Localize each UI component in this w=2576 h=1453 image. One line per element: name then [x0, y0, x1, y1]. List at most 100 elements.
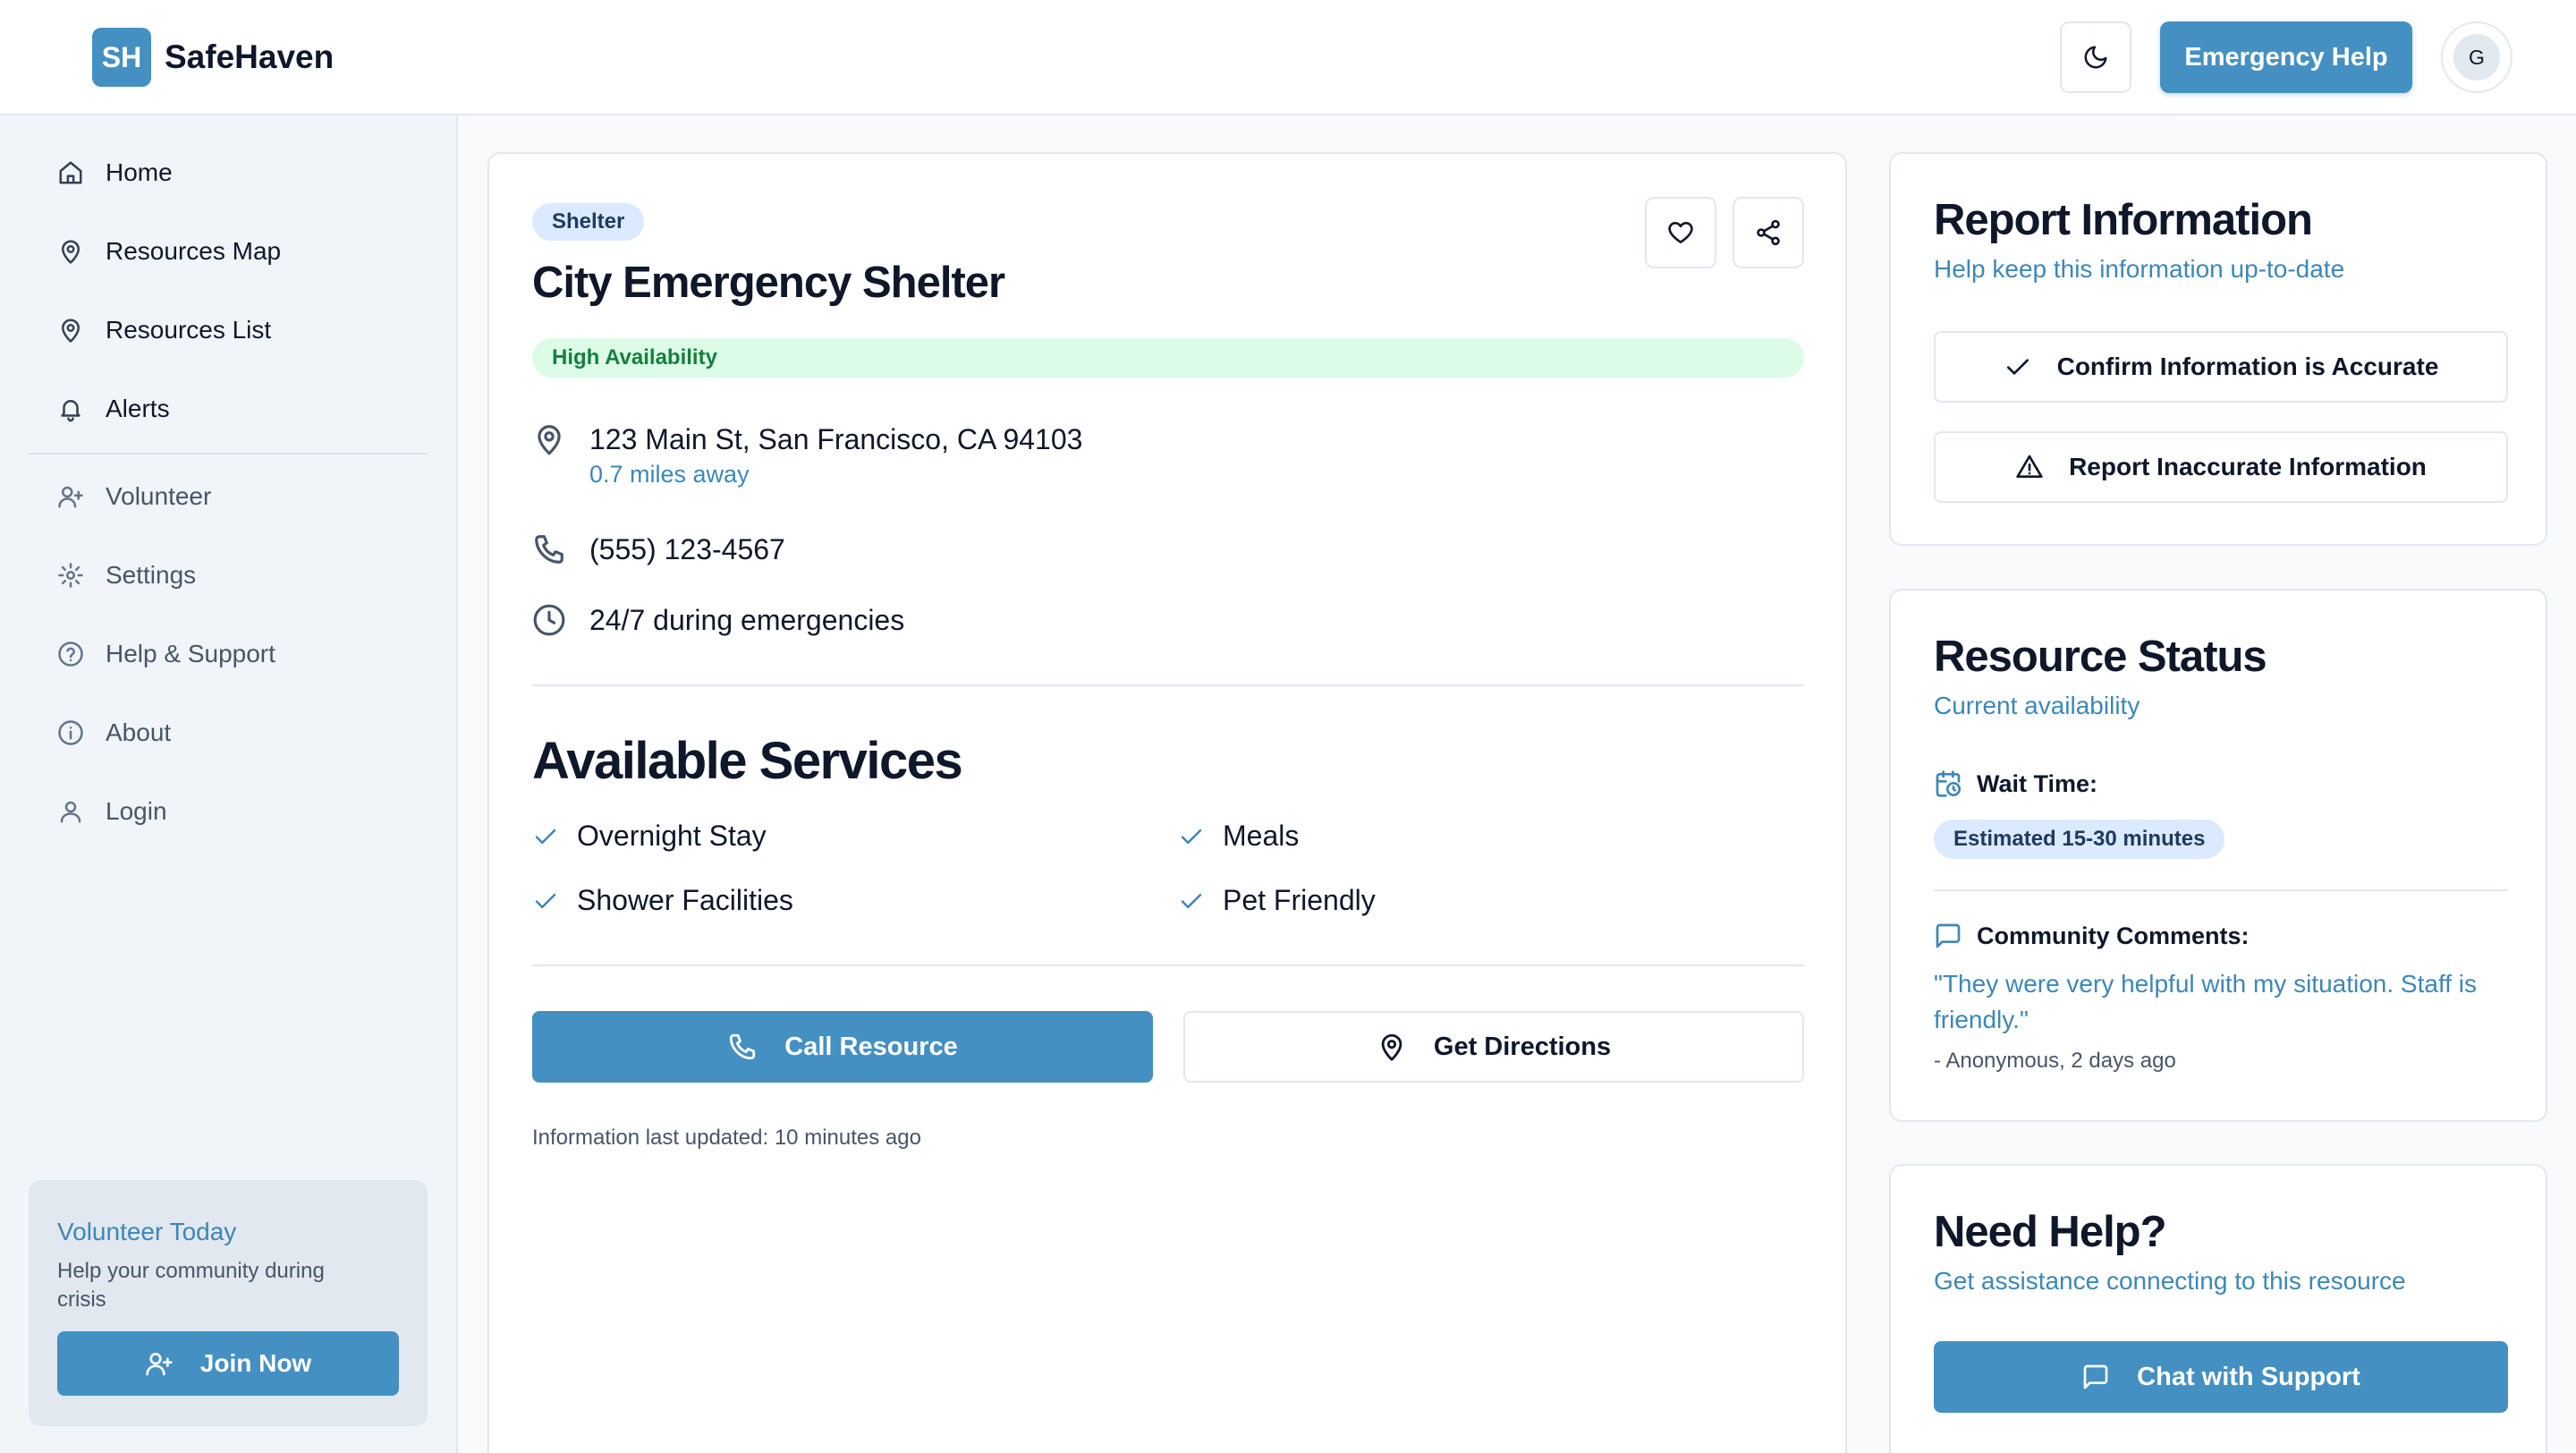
confirm-accurate-button[interactable]: Confirm Information is Accurate	[1934, 331, 2508, 403]
status-title: Resource Status	[1934, 633, 2267, 681]
sidebar-item-label: Alerts	[106, 395, 170, 422]
join-now-label: Join Now	[199, 1349, 312, 1377]
divider	[1934, 889, 2508, 891]
resource-status-card: Resource Status Current availability Wai…	[1889, 589, 2547, 1122]
sidebar-item-settings[interactable]: Settings	[29, 543, 428, 608]
chat-with-support-button[interactable]: Chat with Support	[1934, 1341, 2508, 1413]
call-resource-label: Call Resource	[784, 1032, 958, 1061]
help-circle-icon	[58, 642, 83, 667]
sidebar-item-label: About	[106, 718, 172, 746]
sidebar-item-help-support[interactable]: Help & Support	[29, 622, 428, 686]
sidebar-item-resources-list[interactable]: Resources List	[29, 298, 428, 362]
sidebar-item-label: Help & Support	[106, 640, 275, 667]
app-name[interactable]: SafeHaven	[165, 34, 334, 81]
report-subtitle: Help keep this information up-to-date	[1934, 255, 2345, 283]
check-icon	[1181, 893, 1202, 908]
confirm-accurate-label: Confirm Information is Accurate	[2056, 353, 2439, 380]
sidebar-item-alerts[interactable]: Alerts	[29, 377, 428, 441]
map-pin-icon	[62, 240, 80, 264]
wait-time-label: Wait Time:	[1934, 769, 2097, 798]
distance-text: 0.7 miles away	[589, 461, 750, 488]
top-header: SH SafeHaven Emergency Help G	[0, 0, 2576, 115]
check-icon	[2006, 359, 2029, 375]
sidebar-item-label: Volunteer	[106, 482, 212, 510]
last-updated-text: Information last updated: 10 minutes ago	[532, 1126, 921, 1150]
share-button[interactable]	[1733, 197, 1804, 268]
help-subtitle: Get assistance connecting to this resour…	[1934, 1267, 2406, 1295]
sidebar-item-label: Resources Map	[106, 237, 282, 265]
check-icon	[535, 828, 556, 844]
volunteer-description: Help your community during crisis	[57, 1259, 325, 1312]
moon-icon	[2084, 46, 2107, 69]
share-icon	[1757, 219, 1780, 246]
comment-author: - Anonymous, 2 days ago	[1934, 1049, 2176, 1073]
sidebar-item-label: Resources List	[106, 316, 272, 344]
phone-row[interactable]: (555) 123-4567	[532, 532, 785, 566]
wait-time-text: Wait Time:	[1977, 769, 2098, 797]
community-comments-text: Community Comments:	[1977, 922, 2250, 949]
theme-toggle-button[interactable]	[2060, 21, 2131, 93]
home-icon	[59, 161, 82, 184]
emergency-help-button[interactable]: Emergency Help	[2160, 21, 2412, 93]
service-label: Meals	[1223, 820, 1300, 852]
report-title: Report Information	[1934, 196, 2313, 244]
logo-icon[interactable]: SH	[92, 28, 151, 87]
services-heading: Available Services	[532, 732, 963, 790]
heart-icon	[1668, 222, 1693, 243]
info-icon	[58, 720, 83, 745]
message-square-icon	[2083, 1364, 2108, 1389]
user-avatar-button[interactable]: G	[2441, 21, 2512, 93]
join-now-button[interactable]: Join Now	[57, 1331, 399, 1396]
hours-row: 24/7 during emergencies	[532, 603, 904, 637]
sidebar-item-home[interactable]: Home	[29, 140, 428, 205]
service-label: Overnight Stay	[577, 820, 767, 852]
resource-title: City Emergency Shelter	[532, 259, 1005, 307]
address-text: 123 Main St, San Francisco, CA 94103	[589, 423, 1083, 455]
message-square-icon	[1936, 923, 1961, 948]
phone-icon	[535, 535, 564, 564]
map-pin-icon	[538, 425, 561, 455]
warning-triangle-icon	[2016, 455, 2043, 478]
community-comments-label: Community Comments:	[1934, 922, 2250, 950]
service-item: Shower Facilities	[532, 884, 793, 917]
favorite-button[interactable]	[1645, 197, 1716, 268]
get-directions-button[interactable]: Get Directions	[1183, 1011, 1804, 1083]
check-icon	[535, 893, 556, 908]
chat-with-support-label: Chat with Support	[2137, 1362, 2360, 1391]
call-resource-button[interactable]: Call Resource	[532, 1011, 1153, 1083]
report-information-card: Report Information Help keep this inform…	[1889, 152, 2547, 546]
sidebar-item-label: Settings	[106, 561, 197, 589]
service-item: Meals	[1178, 820, 1299, 853]
service-label: Pet Friendly	[1223, 884, 1376, 916]
community-comment: "They were very helpful with my situatio…	[1934, 970, 2478, 1033]
gear-icon	[58, 563, 83, 588]
sidebar-item-volunteer[interactable]: Volunteer	[29, 464, 428, 529]
avatar-initial: G	[2453, 34, 2500, 81]
report-inaccurate-label: Report Inaccurate Information	[2069, 453, 2427, 480]
sidebar-item-resources-map[interactable]: Resources Map	[29, 219, 428, 284]
need-help-card: Need Help? Get assistance connecting to …	[1889, 1164, 2547, 1453]
clock-icon	[533, 604, 565, 636]
check-icon	[1181, 828, 1202, 844]
sidebar-divider	[29, 453, 428, 455]
hours-text: 24/7 during emergencies	[589, 604, 905, 636]
sidebar-item-about[interactable]: About	[29, 701, 428, 765]
wait-time-badge: Estimated 15-30 minutes	[1934, 820, 2225, 859]
phone-text[interactable]: (555) 123-4567	[589, 532, 785, 566]
sidebar-item-label: Home	[106, 158, 173, 186]
availability-status: High Availability	[532, 338, 1804, 378]
report-inaccurate-button[interactable]: Report Inaccurate Information	[1934, 431, 2508, 503]
phone-icon	[730, 1033, 756, 1060]
calendar-clock-icon	[1936, 770, 1961, 797]
volunteer-promo-card: Volunteer Today Help your community duri…	[29, 1180, 428, 1426]
divider	[532, 964, 1804, 966]
help-title: Need Help?	[1934, 1208, 2167, 1256]
service-item: Pet Friendly	[1178, 884, 1376, 917]
user-icon	[60, 801, 81, 823]
resource-detail-card: Shelter City Emergency Shelter High Avai…	[487, 152, 1847, 1453]
sidebar-item-login[interactable]: Login	[29, 779, 428, 844]
bell-icon	[61, 400, 80, 422]
volunteer-title: Volunteer Today	[57, 1218, 237, 1245]
status-subtitle: Current availability	[1934, 692, 2140, 719]
map-pin-icon	[1381, 1033, 1402, 1061]
